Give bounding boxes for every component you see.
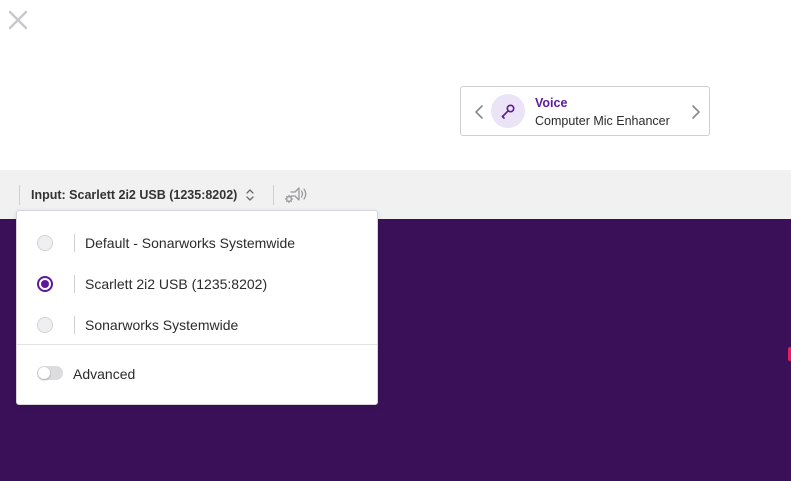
advanced-row: Advanced <box>17 357 377 393</box>
close-icon <box>8 10 28 30</box>
radio-button-selected[interactable] <box>37 276 53 292</box>
option-divider <box>74 275 75 293</box>
input-option-scarlett[interactable]: Scarlett 2i2 USB (1235:8202) <box>17 263 377 303</box>
input-device-dropdown: Default - Sonarworks Systemwide Scarlett… <box>16 210 378 405</box>
input-option-sonarworks-systemwide[interactable]: Sonarworks Systemwide <box>17 304 377 344</box>
preset-prev-button[interactable] <box>471 102 487 122</box>
preset-selector: Voice Computer Mic Enhancer <box>460 86 710 136</box>
preset-subtitle: Computer Mic Enhancer <box>535 114 670 128</box>
dropdown-divider <box>17 344 377 345</box>
preset-icon-badge <box>491 94 525 128</box>
preset-next-button[interactable] <box>688 102 704 122</box>
chevron-left-icon <box>475 105 483 119</box>
output-settings-button[interactable] <box>283 184 309 206</box>
toolbar-divider <box>19 185 20 205</box>
option-label: Scarlett 2i2 USB (1235:8202) <box>85 276 268 292</box>
toolbar-divider <box>273 185 274 205</box>
input-device-label: Input: Scarlett 2i2 USB (1235:8202) <box>31 188 238 202</box>
input-device-select[interactable]: Input: Scarlett 2i2 USB (1235:8202) <box>31 186 255 204</box>
advanced-label: Advanced <box>73 366 136 382</box>
speaker-settings-icon <box>284 187 307 204</box>
chevron-right-icon <box>692 105 700 119</box>
option-divider <box>74 316 75 334</box>
close-button[interactable] <box>6 8 30 32</box>
option-divider <box>74 234 75 252</box>
option-label: Default - Sonarworks Systemwide <box>85 235 296 251</box>
updown-chevron-icon <box>246 189 254 201</box>
option-label: Sonarworks Systemwide <box>85 317 239 333</box>
preset-title: Voice <box>535 96 568 110</box>
input-option-default-sonarworks[interactable]: Default - Sonarworks Systemwide <box>17 222 377 262</box>
radio-button[interactable] <box>37 317 53 333</box>
radio-button[interactable] <box>37 235 53 251</box>
microphone-icon <box>501 104 515 119</box>
advanced-toggle[interactable] <box>37 366 63 380</box>
toggle-knob <box>38 367 50 379</box>
